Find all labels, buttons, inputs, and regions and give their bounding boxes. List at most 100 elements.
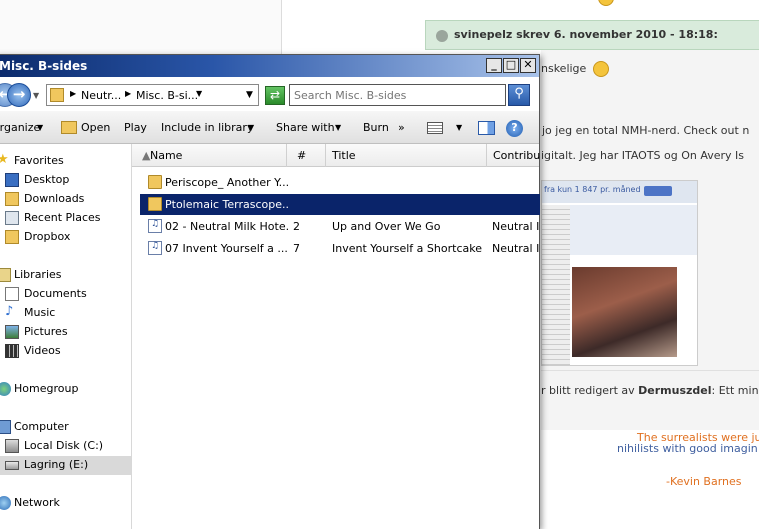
thumb-band-photo <box>572 267 677 357</box>
hard-drive-icon <box>5 461 19 470</box>
explorer-window: Misc. B-sides _ □ ✕ ← → ▼ ▶ Neutr... ▶ M… <box>0 54 540 529</box>
thumb-ui-panel <box>570 205 697 255</box>
nav-item-local-disk[interactable]: Local Disk (C:) <box>0 437 131 456</box>
post-header: svinepelz skrev 6. november 2010 - 18:18… <box>425 20 759 50</box>
help-icon[interactable]: ? <box>506 120 523 137</box>
close-button[interactable]: ✕ <box>520 58 536 73</box>
nav-label: Network <box>14 496 60 509</box>
nav-label: Music <box>24 306 56 319</box>
post-text-line-1: nskelige <box>541 62 587 75</box>
breadcrumb[interactable]: ▶ Neutr... ▶ Misc. B-si... ▼ <box>46 84 259 106</box>
column-header-number[interactable]: # <box>287 144 326 167</box>
nav-label: Desktop <box>24 173 70 186</box>
homegroup-icon <box>0 382 11 396</box>
search-input[interactable] <box>294 86 484 104</box>
nav-item-lagring[interactable]: Lagring (E:) <box>0 456 131 475</box>
file-row[interactable]: 07 Invent Yourself a ... 7 Invent Yourse… <box>140 238 540 259</box>
hard-drive-icon <box>5 439 19 453</box>
thumb-banner-text: fra kun 1 847 pr. måned <box>544 185 641 194</box>
nav-item-computer[interactable]: Computer <box>0 418 131 437</box>
network-icon <box>0 496 11 510</box>
nav-item-desktop[interactable]: Desktop <box>0 171 131 190</box>
nav-item-homegroup[interactable]: Homegroup <box>0 380 131 399</box>
nav-item-libraries[interactable]: Libraries <box>0 266 131 285</box>
breadcrumb-item[interactable]: Misc. B-si... <box>136 89 198 102</box>
nav-item-dropbox[interactable]: Dropbox <box>0 228 131 247</box>
title-bar[interactable]: Misc. B-sides _ □ ✕ <box>0 55 539 77</box>
file-title: Up and Over We Go <box>332 220 441 233</box>
recent-pages-dropdown-icon[interactable]: ▼ <box>33 91 39 100</box>
organize-button[interactable]: Organize <box>0 121 40 134</box>
play-button[interactable]: Play <box>124 121 147 134</box>
file-row[interactable]: Ptolemaic Terrascope... <box>140 194 540 215</box>
nav-item-music[interactable]: ♪ Music <box>0 304 131 323</box>
folder-icon <box>50 88 64 102</box>
file-row[interactable]: 02 - Neutral Milk Hote... 2 Up and Over … <box>140 216 540 237</box>
nav-item-downloads[interactable]: Downloads <box>0 190 131 209</box>
search-box[interactable] <box>289 84 506 106</box>
burn-button[interactable]: Burn <box>363 121 389 134</box>
file-name: Ptolemaic Terrascope... <box>165 198 290 211</box>
chevron-down-icon[interactable]: ▼ <box>196 89 202 98</box>
forward-button[interactable]: → <box>7 83 31 107</box>
nav-item-recent-places[interactable]: Recent Places <box>0 209 131 228</box>
file-title: Invent Yourself a Shortcake <box>332 242 482 255</box>
chevron-right-icon[interactable]: ▶ <box>70 89 76 98</box>
thumb-banner: fra kun 1 847 pr. måned <box>542 181 697 203</box>
nav-label: Libraries <box>14 268 62 281</box>
audio-file-icon <box>148 241 162 255</box>
sort-ascending-icon: ▲ <box>142 149 151 162</box>
folder-icon <box>148 197 162 211</box>
nav-item-documents[interactable]: Documents <box>0 285 131 304</box>
column-label: Contribu <box>493 149 541 162</box>
nav-item-pictures[interactable]: Pictures <box>0 323 131 342</box>
chevron-down-icon[interactable]: ▼ <box>335 123 341 132</box>
share-with-button[interactable]: Share with <box>276 121 335 134</box>
videos-icon <box>5 344 19 358</box>
signature-line-2: nihilists with good imagin <box>617 442 758 455</box>
include-in-library-button[interactable]: Include in library <box>161 121 253 134</box>
chevron-down-icon[interactable]: ▼ <box>456 123 462 132</box>
file-artist: Neutral I <box>492 242 540 255</box>
post-text-line-3: igitalt. Jeg har ITAOTS og On Avery Is <box>541 149 745 162</box>
minimize-button[interactable]: _ <box>486 58 502 73</box>
file-name: 02 - Neutral Milk Hote... <box>165 220 290 233</box>
column-label: Title <box>332 149 356 162</box>
preview-pane-icon[interactable] <box>478 121 495 135</box>
file-name: 07 Invent Yourself a ... <box>165 242 288 255</box>
refresh-button[interactable]: ⇄ <box>265 86 285 105</box>
search-icon[interactable]: ⚲ <box>508 84 530 106</box>
column-header-contributing[interactable]: Contribu <box>487 144 541 167</box>
chevron-down-icon[interactable]: ▼ <box>37 123 43 132</box>
maximize-button[interactable]: □ <box>503 58 519 73</box>
more-commands-button[interactable]: » <box>398 121 405 134</box>
nav-label: Recent Places <box>24 211 101 224</box>
command-bar: Organize ▼ Open Play Include in library … <box>0 111 539 144</box>
open-button[interactable]: Open <box>81 121 110 134</box>
column-header-name[interactable]: Name ▲ <box>132 144 287 167</box>
audio-file-icon <box>148 219 162 233</box>
edit-note-prefix: r blitt redigert av <box>541 384 635 397</box>
column-header-title[interactable]: Title <box>326 144 487 167</box>
dropbox-folder-icon <box>5 230 19 244</box>
nav-label: Videos <box>24 344 61 357</box>
nav-item-network[interactable]: Network <box>0 494 131 513</box>
nav-label: Pictures <box>24 325 68 338</box>
nav-item-videos[interactable]: Videos <box>0 342 131 361</box>
file-row[interactable]: Periscope_ Another Y... <box>140 172 540 193</box>
smiley-icon <box>598 0 614 6</box>
breadcrumb-item[interactable]: Neutr... <box>81 89 121 102</box>
nav-label: Local Disk (C:) <box>24 439 104 452</box>
chevron-right-icon[interactable]: ▶ <box>125 89 131 98</box>
open-folder-icon <box>61 121 77 134</box>
change-view-icon[interactable] <box>427 122 443 134</box>
desktop-icon <box>5 173 19 187</box>
navigation-pane: ★ Favorites Desktop Downloads Recent Pla… <box>0 144 132 529</box>
address-dropdown-icon[interactable]: ▼ <box>246 90 253 100</box>
embedded-screenshot[interactable]: fra kun 1 847 pr. måned <box>541 180 698 366</box>
nav-item-favorites[interactable]: ★ Favorites <box>0 152 131 171</box>
nav-label: Dropbox <box>24 230 71 243</box>
chevron-down-icon[interactable]: ▼ <box>248 123 254 132</box>
computer-icon <box>0 420 11 434</box>
edit-note-user[interactable]: Dermuszdel <box>638 384 711 397</box>
